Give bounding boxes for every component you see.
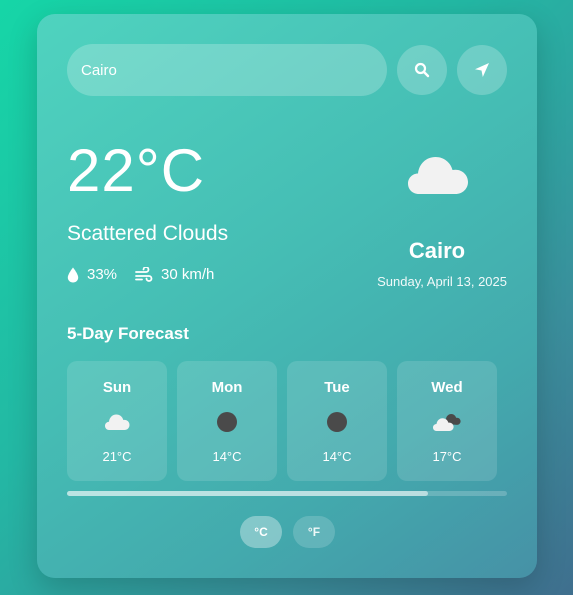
search-input[interactable]: [67, 44, 387, 96]
droplet-icon: [67, 267, 79, 282]
unit-toggle: °C °F: [240, 516, 346, 548]
location-arrow-icon: [475, 63, 489, 77]
forecast-day-temp: 17°C: [432, 449, 462, 464]
forecast-day-name: Wed: [431, 379, 463, 396]
weather-condition: Scattered Clouds: [67, 222, 229, 245]
wind-stat: 30 km/h: [135, 266, 214, 283]
broken-clouds-icon: [397, 411, 497, 433]
wind-value: 30 km/h: [161, 266, 215, 283]
weather-stats: 33% 30 km/h: [67, 266, 232, 283]
forecast-day-mon: Mon 14°C: [177, 361, 277, 481]
forecast-day-name: Mon: [211, 379, 243, 396]
wind-icon: [135, 266, 153, 282]
forecast-list[interactable]: Sun 21°C Mon 14°C Tue 14°C Wed 17°C: [67, 361, 507, 481]
forecast-scrollbar[interactable]: [67, 491, 507, 496]
dark-circle-icon: [177, 411, 277, 433]
search-button[interactable]: [397, 45, 447, 95]
weather-card: 22°C Scattered Clouds 33% 30 km/h Cairo …: [37, 14, 537, 578]
forecast-day-tue: Tue 14°C: [287, 361, 387, 481]
search-bar: [67, 44, 507, 96]
current-date: Sunday, April 13, 2025: [377, 274, 507, 289]
forecast-day-name: Tue: [324, 379, 350, 396]
city-name: Cairo: [408, 238, 466, 263]
forecast-day-sun: Sun 21°C: [67, 361, 167, 481]
scrollbar-thumb[interactable]: [67, 491, 428, 496]
celsius-button[interactable]: °C: [240, 516, 282, 548]
dark-circle-icon: [287, 411, 387, 433]
search-icon: [414, 62, 430, 78]
current-location-button[interactable]: [457, 45, 507, 95]
forecast-day-temp: 14°C: [212, 449, 242, 464]
fahrenheit-button[interactable]: °F: [293, 516, 335, 548]
forecast-day-wed: Wed 17°C: [397, 361, 497, 481]
forecast-day-temp: 21°C: [102, 449, 132, 464]
humidity-value: 33%: [87, 266, 118, 283]
forecast-day-temp: 14°C: [322, 449, 352, 464]
current-temperature: 22°C: [67, 137, 206, 204]
forecast-day-name: Sun: [102, 379, 132, 396]
cloud-icon: [67, 411, 167, 433]
humidity-stat: 33%: [67, 266, 117, 283]
cloud-icon: [407, 154, 469, 201]
forecast-title: 5-Day Forecast: [67, 324, 189, 343]
